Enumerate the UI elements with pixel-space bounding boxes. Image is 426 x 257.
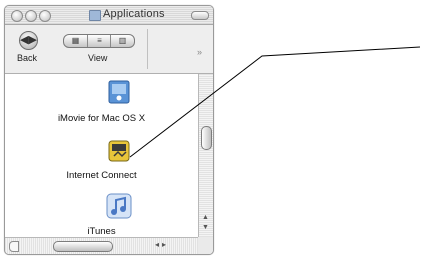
callout-line — [129, 46, 421, 158]
